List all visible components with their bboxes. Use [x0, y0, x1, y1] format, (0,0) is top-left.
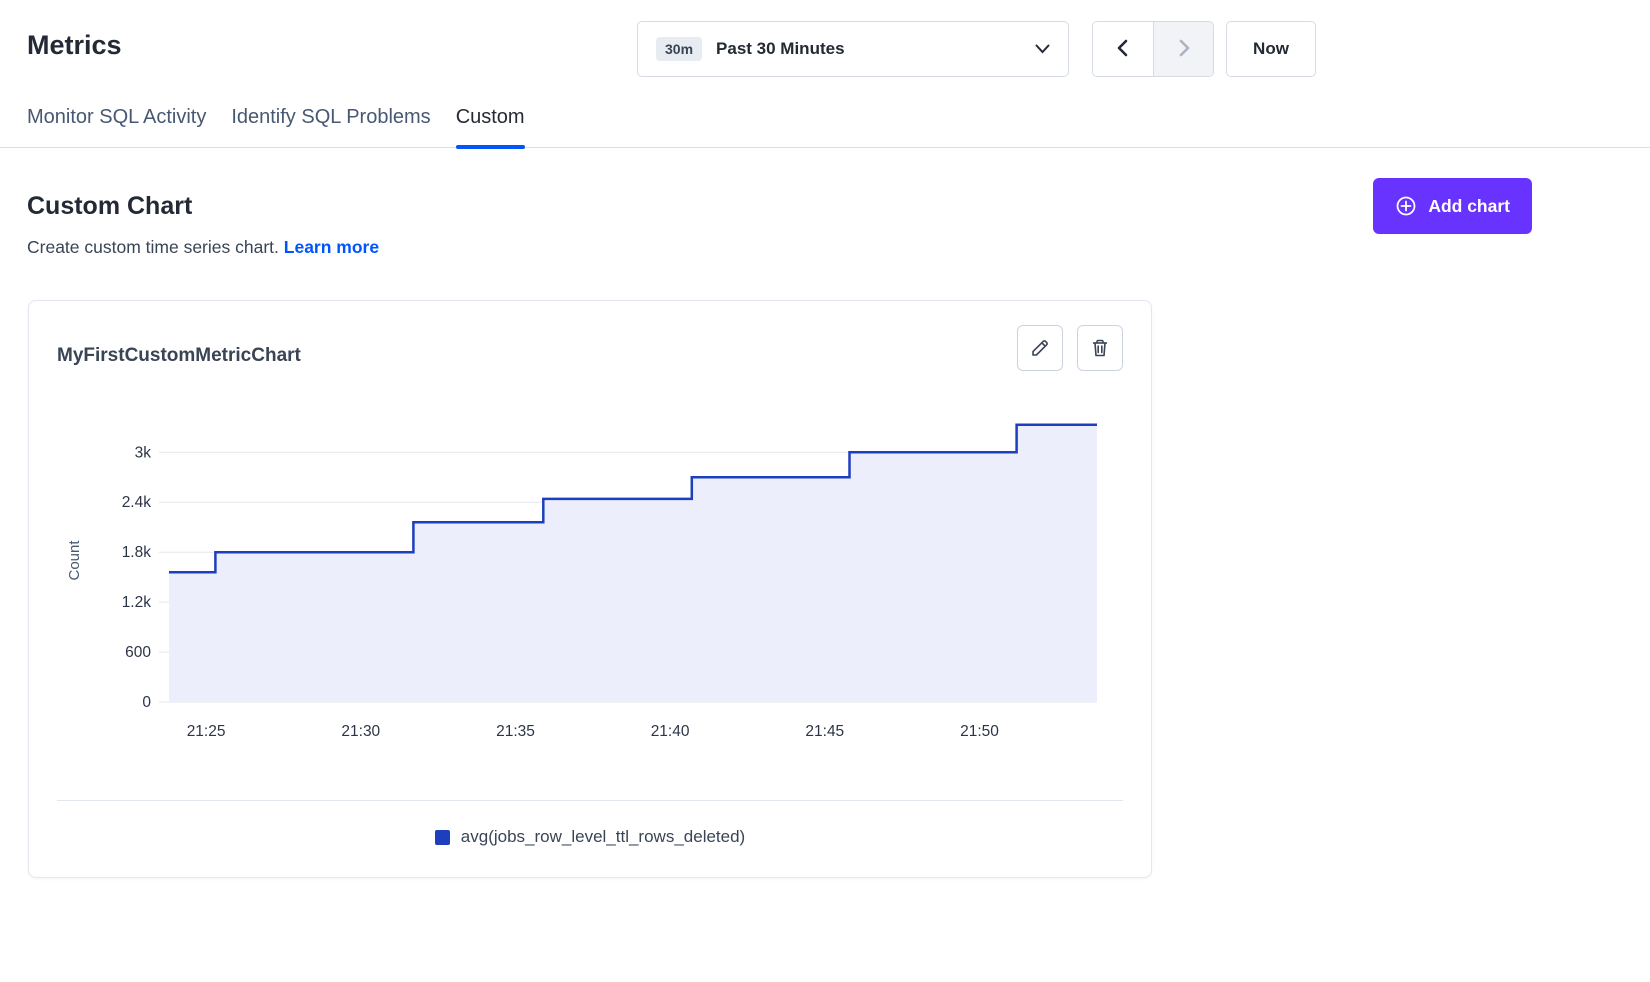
y-axis-label: Count	[66, 540, 83, 581]
chart-area-fill	[169, 425, 1097, 702]
x-tick-label: 21:40	[651, 723, 690, 740]
legend-swatch	[435, 830, 450, 845]
edit-chart-button[interactable]	[1017, 325, 1063, 371]
chart-actions	[1017, 325, 1123, 371]
now-button[interactable]: Now	[1226, 21, 1316, 77]
card-divider	[57, 800, 1123, 801]
tab-monitor-sql-activity[interactable]: Monitor SQL Activity	[27, 100, 206, 147]
chevron-right-icon	[1176, 39, 1192, 60]
chart-legend: avg(jobs_row_level_ttl_rows_deleted)	[57, 827, 1123, 847]
chart-card-header: MyFirstCustomMetricChart	[57, 325, 1123, 371]
section-description-text: Create custom time series chart.	[27, 237, 279, 257]
x-tick-label: 21:45	[805, 723, 844, 740]
pencil-icon	[1030, 338, 1050, 358]
delete-chart-button[interactable]	[1077, 325, 1123, 371]
custom-chart: 0 600 1.2k 1.8k 2.4k 3k 21:25 21:30 21:35 21:40 21…	[57, 389, 1123, 766]
chevron-left-icon	[1115, 39, 1131, 60]
chevron-down-icon	[1035, 44, 1050, 54]
tab-identify-sql-problems[interactable]: Identify SQL Problems	[231, 100, 430, 147]
custom-chart-section: Custom Chart Create custom time series c…	[0, 192, 1650, 258]
next-time-button[interactable]	[1153, 22, 1213, 76]
x-tick-label: 21:25	[187, 723, 226, 740]
custom-metric-chart-card: MyFirstCustomMetricChart 0 600 1.2k 1.8k 2.4…	[28, 300, 1152, 878]
time-range-dropdown[interactable]: 30m Past 30 Minutes	[637, 21, 1069, 77]
learn-more-link[interactable]: Learn more	[284, 237, 379, 257]
time-range-badge: 30m	[656, 37, 702, 61]
y-tick-label: 1.2k	[122, 594, 152, 611]
legend-label: avg(jobs_row_level_ttl_rows_deleted)	[461, 827, 745, 847]
y-tick-label: 3k	[135, 444, 152, 461]
time-nav-group	[1092, 21, 1214, 77]
add-chart-button-label: Add chart	[1428, 196, 1510, 217]
plus-circle-icon	[1395, 195, 1417, 217]
x-tick-label: 21:35	[496, 723, 535, 740]
time-range-label: Past 30 Minutes	[716, 39, 845, 59]
x-tick-label: 21:30	[341, 723, 380, 740]
y-tick-label: 2.4k	[122, 494, 152, 511]
y-tick-label: 1.8k	[122, 544, 152, 561]
tab-custom[interactable]: Custom	[456, 100, 525, 147]
add-chart-button[interactable]: Add chart	[1373, 178, 1532, 234]
y-tick-label: 0	[142, 694, 151, 711]
page-title: Metrics	[27, 30, 122, 61]
y-tick-label: 600	[125, 644, 151, 661]
custom-chart-svg: 0 600 1.2k 1.8k 2.4k 3k 21:25 21:30 21:35 21:40 21…	[57, 389, 1113, 761]
chart-title: MyFirstCustomMetricChart	[57, 345, 301, 367]
page-header: Metrics 30m Past 30 Minutes Now	[0, 0, 1650, 100]
metrics-tabs: Monitor SQL Activity Identify SQL Proble…	[0, 100, 1650, 148]
section-description: Create custom time series chart. Learn m…	[27, 237, 1623, 258]
x-tick-label: 21:50	[960, 723, 999, 740]
trash-icon	[1090, 338, 1110, 358]
prev-time-button[interactable]	[1093, 22, 1153, 76]
